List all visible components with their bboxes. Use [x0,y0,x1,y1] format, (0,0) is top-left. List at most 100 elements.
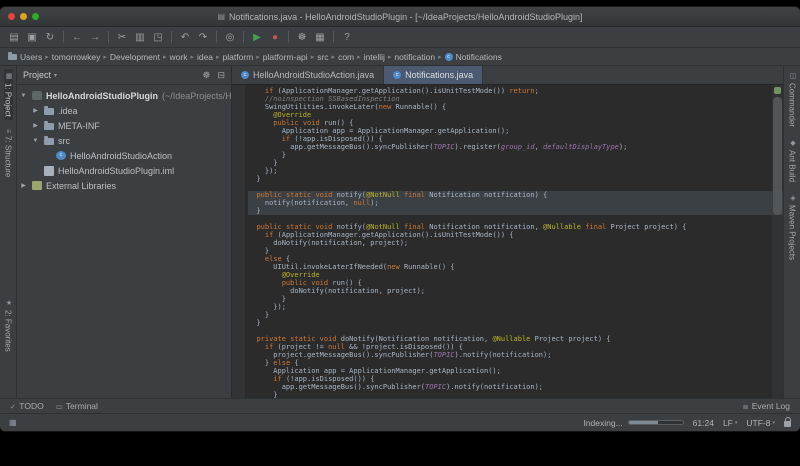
tree-node[interactable]: HelloAndroidStudioPlugin.iml [17,163,231,178]
code-token: TOPIC [433,351,455,359]
editor-gutter[interactable] [232,85,245,398]
code-token: final [403,223,426,231]
code-token: (ApplicationManager.getApplication().isU… [273,231,514,239]
breadcrumb-item[interactable]: c Notifications [444,52,502,62]
code-line: if (!app.isDisposed()) { [248,375,783,383]
back-icon[interactable]: ← [69,29,85,45]
tree-node-label: HelloAndroidStudioPlugin [46,90,158,101]
breadcrumb-item[interactable]: intellij [364,52,385,62]
undo-icon[interactable]: ↶ [177,29,193,45]
help-icon[interactable]: ? [339,29,355,45]
tool-button-favorites[interactable]: ★ 2: Favorites [4,296,13,355]
tree-chevron[interactable]: ▶ [31,107,40,114]
zoom-button[interactable] [32,13,39,20]
inspection-indicator[interactable] [774,87,781,94]
tool-button-commander[interactable]: ◫ Commander [788,69,797,130]
breadcrumb-separator: ▸ [216,53,220,61]
code-token: app.getMessageBus().syncPublisher( [248,143,434,151]
project-structure-icon[interactable]: ▦ [312,29,328,45]
editor-tab[interactable]: c Notifications.java [384,66,484,84]
tool-button-maven-projects[interactable]: ◈ Maven Projects [788,191,797,263]
breadcrumb-item[interactable]: platform [223,52,254,62]
code-line: Application app = ApplicationManager.get… [248,367,783,375]
code-token: run() { [319,119,354,127]
breadcrumb-item[interactable]: Users [8,51,43,62]
minimize-button[interactable] [20,13,27,20]
tool-button-ant-build[interactable]: ◆ Ant Build [788,136,797,185]
code-content[interactable]: if (ApplicationManager.getApplication().… [245,85,783,398]
gear-icon[interactable]: ☸ [202,70,210,81]
tool-button-todo[interactable]: ✓ TODO [10,401,44,411]
breadcrumb-item[interactable]: work [170,52,188,62]
line-separator-widget[interactable]: LF ▾ [723,418,737,428]
project-view-selector[interactable]: Project ▾ [23,70,57,80]
breadcrumb-item[interactable]: tomorrowkey [52,52,101,62]
code-token: } [248,311,270,319]
tool-button-terminal[interactable]: ▭ Terminal [56,401,98,411]
breadcrumb-item[interactable]: idea [197,52,213,62]
tool-button-project[interactable]: ▦ 1: Project [3,69,13,120]
tool-button-structure[interactable]: ≡ 7: Structure [4,126,13,180]
scrollbar-thumb[interactable] [773,97,782,215]
lock-icon[interactable] [784,417,791,427]
tool-button-label: Commander [787,83,797,128]
copy-icon[interactable]: ▥ [132,29,148,45]
save-all-icon[interactable]: ▣ [24,29,40,45]
tree-node[interactable]: c HelloAndroidStudioAction [17,148,231,163]
tree-node[interactable]: ▼ HelloAndroidStudioPlugin (~/IdeaProject… [17,88,231,103]
cut-icon[interactable]: ✂ [114,29,130,45]
code-token: Project project) { [606,223,687,231]
tree-node[interactable]: ▼ src [17,133,231,148]
editor-tab[interactable]: c HelloAndroidStudioAction.java [232,66,385,84]
synchronize-icon[interactable]: ↻ [42,29,58,45]
titlebar[interactable]: ▤ Notifications.java - HelloAndroidStudi… [0,7,800,27]
tree-chevron[interactable]: ▼ [31,138,40,144]
code-line: public void run() { [248,279,783,287]
right-tool-stripe: ◫ Commander ◆ Ant Build ◈ Maven Projects [783,66,800,398]
tree-chevron[interactable]: ▶ [31,122,40,129]
editor-scrollbar[interactable] [772,85,783,398]
debug-icon[interactable]: ● [267,29,283,45]
breadcrumb-item[interactable]: com [338,52,354,62]
paste-icon[interactable]: ◳ [150,29,166,45]
code-token: app.getMessageBus().syncPublisher( [248,383,426,391]
forward-icon[interactable]: → [87,29,103,45]
code-token: doNotify(notification, project); [248,287,426,295]
caret-position-widget[interactable]: 61:24 [693,418,714,428]
breadcrumb-item[interactable]: src [317,52,328,62]
breadcrumb-separator: ▸ [103,53,107,61]
tool-button-commander-icon: ◫ [789,72,796,80]
tree-node[interactable]: ▶ .idea [17,103,231,118]
chevron-down-icon: ▾ [734,419,738,426]
run-icon[interactable]: ▶ [249,29,265,45]
main-toolbar: ▤ ▣ ↻ ← → ✂ ▥ ◳ ↶ ↷ ◎ ▶ ● ☸ ▦? [0,27,800,48]
breadcrumb-item[interactable]: Development [110,52,160,62]
code-line: app.getMessageBus().syncPublisher(TOPIC)… [248,143,783,151]
find-icon[interactable]: ◎ [222,29,238,45]
code-line: }); [248,303,783,311]
tool-button-label: Event Log [751,401,790,411]
tool-button-label: Ant Build [787,150,797,183]
encoding-widget[interactable]: UTF-8 ▾ [746,418,775,428]
collapse-all-icon[interactable]: ⊟ [217,70,225,81]
open-icon[interactable]: ▤ [6,29,22,45]
code-token: (!app.isDisposed()) { [281,375,375,383]
indexing-progress-bar[interactable] [627,420,684,425]
redo-icon[interactable]: ↷ [195,29,211,45]
toolwindow-quick-access-icon[interactable]: ▦ [9,418,17,427]
close-button[interactable] [8,13,15,20]
settings-icon[interactable]: ☸ [294,29,310,45]
breadcrumb-label: Users [20,51,43,62]
code-line: //noinspection SSBasedInspection [248,95,783,103]
breadcrumb-separator: ▸ [256,53,260,61]
tree-chevron[interactable]: ▶ [19,182,28,189]
code-editor[interactable]: if (ApplicationManager.getApplication().… [232,85,783,398]
code-token: @Override [281,271,320,279]
tree-node[interactable]: ▶ External Libraries [17,178,231,193]
tree-chevron[interactable]: ▼ [19,93,28,99]
breadcrumb-item[interactable]: notification [394,52,435,62]
breadcrumb-item[interactable]: platform-api [263,52,308,62]
tree-node[interactable]: ▶ META-INF [17,118,231,133]
tool-button-event-log[interactable]: ≣ Event Log [742,401,790,411]
